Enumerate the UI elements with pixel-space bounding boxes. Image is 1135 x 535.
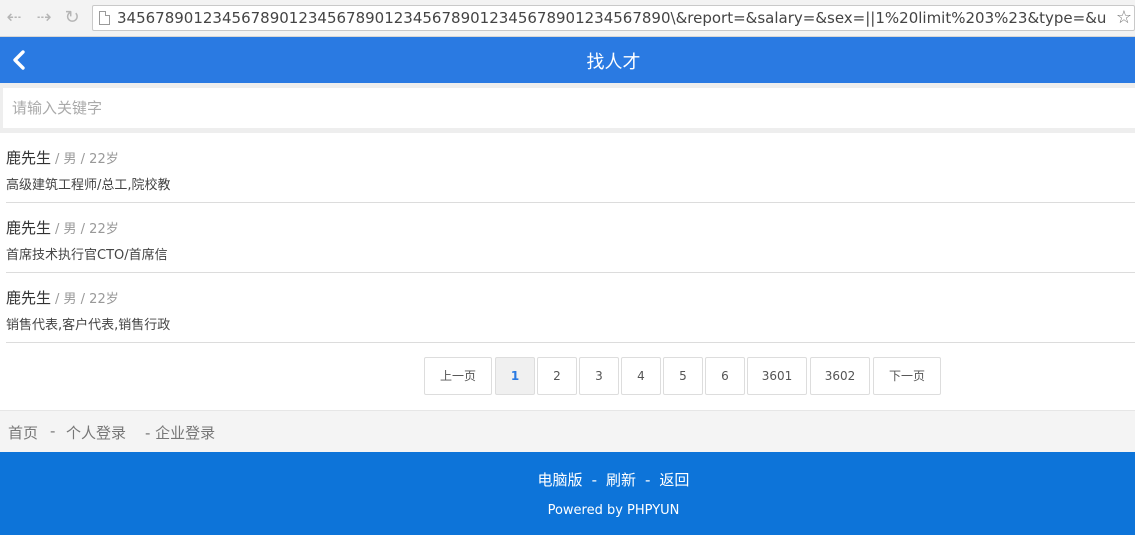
footer-nav: 首页 - 个人登录 - 企业登录 [0,410,1135,452]
next-page-button[interactable]: 下一页 [873,357,941,395]
powered-by-text: Powered by PHPYUN [547,503,680,518]
resume-name[interactable]: 鹿先生 [6,289,51,307]
refresh-link[interactable]: 刷新 [606,471,636,489]
page-link-3602[interactable]: 3602 [810,357,870,395]
page-icon [99,11,110,25]
browser-back-icon[interactable]: ⇠ [2,6,26,30]
footer-separator: - [645,471,651,489]
page-title: 找人才 [586,52,641,73]
site-footer: 电脑版 - 刷新 - 返回 Powered by PHPYUN [0,452,1135,535]
resume-job: 销售代表,客户代表,销售行政 [6,318,171,333]
page-link-3601[interactable]: 3601 [747,357,807,395]
personal-login-link[interactable]: 个人登录 [66,422,126,443]
resume-meta: / 男 / 22岁 [55,222,119,237]
company-login-link[interactable]: - 企业登录 [145,422,215,443]
resume-head: 鹿先生 / 男 / 22岁 [6,287,119,308]
list-item[interactable]: 鹿先生 / 男 / 22岁 销售代表,客户代表,销售行政 [6,273,1135,343]
page-link-2[interactable]: 2 [537,357,577,395]
footer-separator: - [591,471,597,489]
bookmark-star-icon[interactable]: ☆ [1116,7,1132,28]
address-bar[interactable]: 3456789012345678901234567890123456789012… [92,5,1135,31]
footer-separator: - [50,422,56,440]
url-text[interactable]: 3456789012345678901234567890123456789012… [117,9,1107,27]
app-header: 找人才 [0,37,1135,83]
page-link-3[interactable]: 3 [579,357,619,395]
resume-name[interactable]: 鹿先生 [6,149,51,167]
resume-meta: / 男 / 22岁 [55,292,119,307]
home-link[interactable]: 首页 [8,422,38,443]
search-bar [0,83,1135,133]
resume-list: 鹿先生 / 男 / 22岁 高级建筑工程师/总工,院校教 鹿先生 / 男 / 22岁… [6,133,1135,343]
page-link-6[interactable]: 6 [705,357,745,395]
footer-links: 电脑版 - 刷新 - 返回 [0,469,1135,490]
resume-head: 鹿先生 / 男 / 22岁 [6,217,119,238]
resume-job: 高级建筑工程师/总工,院校教 [6,178,171,193]
browser-forward-icon[interactable]: ⇢ [32,6,56,30]
resume-head: 鹿先生 / 男 / 22岁 [6,147,119,168]
resume-meta: / 男 / 22岁 [55,152,119,167]
resume-name[interactable]: 鹿先生 [6,219,51,237]
pc-version-link[interactable]: 电脑版 [538,471,583,489]
prev-page-button[interactable]: 上一页 [424,357,492,395]
list-item[interactable]: 鹿先生 / 男 / 22岁 首席技术执行官CTO/首席信 [6,203,1135,273]
search-input[interactable] [3,88,1135,128]
page-link-5[interactable]: 5 [663,357,703,395]
list-item[interactable]: 鹿先生 / 男 / 22岁 高级建筑工程师/总工,院校教 [6,133,1135,203]
resume-job: 首席技术执行官CTO/首席信 [6,248,168,263]
browser-toolbar: ⇠ ⇢ ↻ 3456789012345678901234567890123456… [0,0,1135,37]
page-link-4[interactable]: 4 [621,357,661,395]
back-link[interactable]: 返回 [659,471,689,489]
browser-reload-icon[interactable]: ↻ [60,6,84,30]
page-link-1[interactable]: 1 [495,357,535,395]
